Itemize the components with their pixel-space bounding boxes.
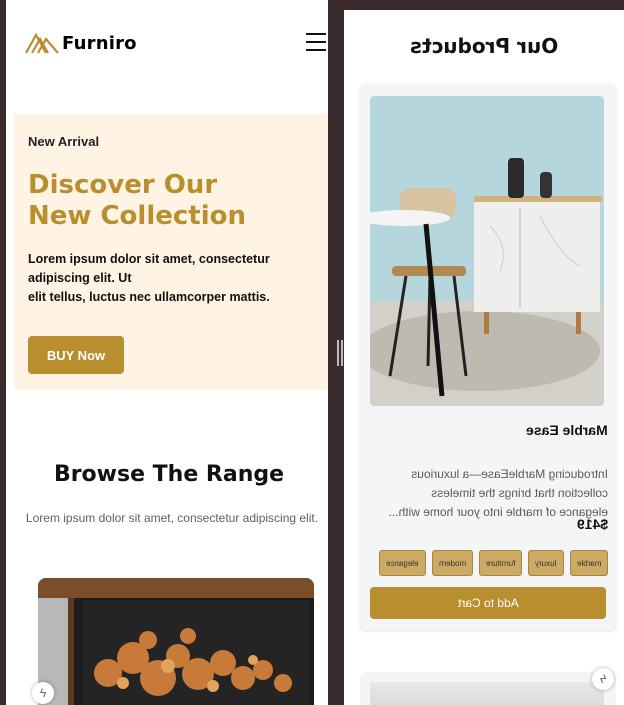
range-category-image[interactable] <box>38 578 314 705</box>
product-description: Introducing MarbleEase—a luxurious colle… <box>388 446 608 541</box>
tag-label: modern <box>438 558 466 568</box>
lightning-icon[interactable]: ϟ <box>592 668 614 690</box>
add-to-cart-label: Add to Cart <box>457 596 519 610</box>
tag-label: elegance <box>386 558 419 568</box>
site-header: Furniro <box>6 0 328 88</box>
marble-cabinet-photo <box>370 96 604 406</box>
product-image-next[interactable] <box>370 682 604 705</box>
product-description-text: Introducing MarbleEase—a luxurious colle… <box>388 467 608 519</box>
tag-furniture[interactable]: furniture <box>478 550 523 576</box>
product-card-next[interactable] <box>360 672 616 705</box>
products-title: Our Products <box>344 34 624 58</box>
product-name: Marble Ease <box>526 422 608 438</box>
hero-title: Discover Our New Collection <box>28 170 328 232</box>
hamburger-menu-icon[interactable] <box>306 33 326 51</box>
product-card[interactable]: Marble Ease Introducing MarbleEase—a lux… <box>360 84 616 630</box>
tag-label: marble <box>576 558 601 568</box>
buy-now-button[interactable]: BUY Now <box>28 336 124 374</box>
tag-label: furniture <box>485 558 516 568</box>
hero-description: Lorem ipsum dolor sit amet, consectetur … <box>28 252 270 304</box>
brand-name[interactable]: Furniro <box>62 33 137 54</box>
browse-description: Lorem ipsum dolor sit amet, consectetur … <box>25 511 319 525</box>
left-mobile-preview: Furniro New Arrival Discover Our New Col… <box>6 0 332 705</box>
right-mobile-preview: Our Products Marble Ease Introducing Mar… <box>344 10 624 705</box>
product-name-text: Marble Ease <box>526 422 608 438</box>
product-image[interactable] <box>370 96 604 406</box>
hero-title-line1: Discover Our <box>28 170 218 200</box>
tag-modern[interactable]: modern <box>431 550 473 576</box>
interior-photo <box>38 578 314 705</box>
hero-section: New Arrival Discover Our New Collection … <box>14 114 328 390</box>
product-price-text: $419 <box>576 516 608 532</box>
hero-title-line2: New Collection <box>28 201 246 231</box>
product-price: $419 <box>577 516 608 532</box>
add-to-cart-button[interactable]: Add to Cart <box>370 587 606 619</box>
tag-label: luxury <box>535 558 557 568</box>
product-tags: marble luxury furniture modern elegance <box>370 550 608 576</box>
hero-subtitle: New Arrival <box>28 134 100 149</box>
lightning-icon[interactable]: ϟ <box>32 682 54 704</box>
split-view-divider[interactable] <box>336 340 344 366</box>
browse-title: Browse The Range <box>53 462 285 487</box>
tag-luxury[interactable]: luxury <box>528 550 564 576</box>
tag-elegance[interactable]: elegance <box>379 550 426 576</box>
products-title-text: Our Products <box>409 34 559 58</box>
tag-marble[interactable]: marble <box>569 550 608 576</box>
furniro-logo-icon <box>25 32 59 54</box>
